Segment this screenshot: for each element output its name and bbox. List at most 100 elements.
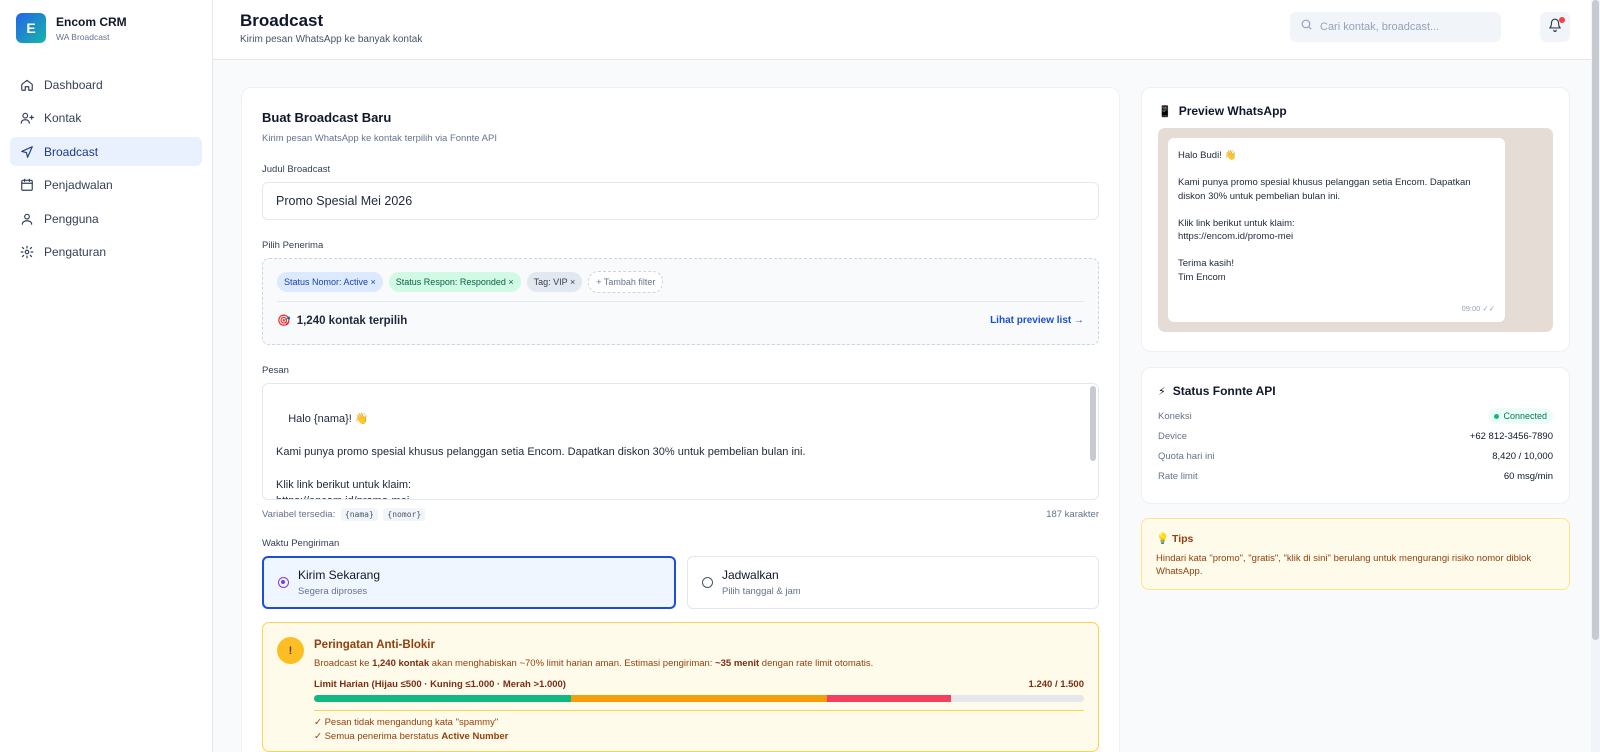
textarea-scrollbar[interactable] bbox=[1090, 386, 1096, 461]
target-icon: 🎯 bbox=[277, 315, 291, 327]
search-icon bbox=[1300, 18, 1313, 36]
sidebar-item-label: Pengaturan bbox=[44, 245, 107, 259]
status-title: Status Fonnte API bbox=[1172, 384, 1276, 398]
preview-list-link[interactable]: Lihat preview list → bbox=[990, 315, 1084, 326]
check-item: ✓ Semua penerima berstatus Active Number bbox=[314, 731, 509, 742]
message-label: Pesan bbox=[262, 365, 289, 376]
tips-title: 💡 Tips bbox=[1156, 533, 1194, 545]
brand-name: Encom CRM bbox=[56, 14, 127, 29]
notification-button[interactable] bbox=[1540, 12, 1570, 42]
search-box[interactable] bbox=[1290, 12, 1501, 42]
brand[interactable]: E Encom CRM WA Broadcast bbox=[0, 0, 212, 56]
sidebar-item-label: Kontak bbox=[44, 111, 82, 125]
sidebar-item-dashboard[interactable]: Dashboard bbox=[10, 70, 202, 99]
page-scrollbar[interactable] bbox=[1591, 0, 1600, 752]
sidebar-item-penjadwalan[interactable]: Penjadwalan bbox=[10, 171, 202, 200]
title-label: Judul Broadcast bbox=[262, 164, 331, 175]
status-row-quota: Quota hari ini 8,420 / 10,000 bbox=[1158, 450, 1553, 462]
divider bbox=[277, 301, 1084, 302]
send-icon bbox=[20, 145, 34, 159]
recipients-label: Pilih Penerima bbox=[262, 240, 324, 251]
calendar-icon bbox=[20, 178, 34, 192]
variables-label: Variabel tersedia: bbox=[262, 509, 336, 520]
lightning-icon: ⚡ bbox=[1158, 385, 1166, 398]
preview-title: Preview WhatsApp bbox=[1178, 104, 1287, 118]
limit-bar-segment bbox=[570, 695, 828, 702]
send-now-option[interactable]: Kirim Sekarang Segera diproses bbox=[262, 556, 676, 609]
variable-nama[interactable]: {nama} bbox=[340, 508, 378, 521]
status-row-connection: Koneksi Connected bbox=[1158, 406, 1553, 426]
check-item: ✓ Pesan tidak mengandung kata "spammy" bbox=[314, 717, 499, 728]
selected-count-text: 1,240 kontak terpilih bbox=[296, 314, 408, 327]
page-title: Broadcast bbox=[240, 11, 324, 30]
user-icon bbox=[20, 212, 34, 226]
limit-bar-segment bbox=[314, 695, 571, 702]
schedule-later-option[interactable]: Jadwalkan Pilih tanggal & jam bbox=[687, 556, 1099, 609]
scrollbar-thumb[interactable] bbox=[1592, 0, 1599, 640]
sidebar-item-kontak[interactable]: Kontak bbox=[10, 104, 202, 133]
users-icon bbox=[20, 111, 34, 125]
page-subtitle: Kirim pesan WhatsApp ke banyak kontak bbox=[240, 34, 423, 45]
status-row-rate-limit: Rate limit 60 msg/min bbox=[1158, 470, 1553, 482]
char-count: 187 karakter bbox=[1046, 509, 1099, 520]
option-title: Kirim Sekarang bbox=[298, 568, 381, 582]
sidebar-item-broadcast[interactable]: Broadcast bbox=[10, 137, 202, 166]
message-text: Halo {nama}! 👋 Kami punya promo spesial … bbox=[276, 412, 806, 500]
filter-chips: Status Nomor: Active × Status Respon: Re… bbox=[277, 271, 1084, 293]
radio-unselected[interactable] bbox=[702, 577, 713, 588]
option-subtitle: Segera diproses bbox=[298, 586, 368, 597]
home-icon bbox=[20, 78, 34, 92]
sidebar-item-pengaturan[interactable]: Pengaturan bbox=[10, 238, 202, 267]
filter-chip-tag[interactable]: Tag: VIP × bbox=[526, 272, 583, 292]
message-textarea[interactable]: Halo {nama}! 👋 Kami punya promo spesial … bbox=[262, 383, 1099, 500]
warning-text: Broadcast ke 1,240 kontak akan menghabis… bbox=[314, 658, 874, 669]
sidebar-item-label: Penjadwalan bbox=[44, 178, 113, 192]
schedule-options: Kirim Sekarang Segera diproses Jadwalkan… bbox=[262, 556, 1099, 609]
sidebar-item-pengguna[interactable]: Pengguna bbox=[10, 204, 202, 233]
selected-count: 🎯 1,240 kontak terpilih bbox=[277, 314, 408, 328]
sidebar: E Encom CRM WA Broadcast Dashboard Konta… bbox=[0, 0, 213, 752]
variable-nomor[interactable]: {nomor} bbox=[383, 508, 426, 521]
filter-chip-status-respon[interactable]: Status Respon: Responded × bbox=[388, 272, 521, 292]
schedule-label: Waktu Pengiriman bbox=[262, 538, 340, 549]
option-title: Jadwalkan bbox=[722, 568, 779, 582]
tips-box: 💡 Tips Hindari kata "promo", "gratis", "… bbox=[1141, 518, 1570, 590]
connected-badge: Connected bbox=[1488, 408, 1553, 424]
sidebar-item-label: Broadcast bbox=[44, 144, 99, 159]
phone-icon: 📱 bbox=[1158, 105, 1172, 118]
brand-subtitle: WA Broadcast bbox=[56, 31, 110, 42]
sidebar-item-label: Pengguna bbox=[44, 211, 99, 226]
lightbulb-icon: 💡 bbox=[1156, 533, 1170, 545]
tips-text: Hindari kata "promo", "gratis", "klik di… bbox=[1156, 553, 1532, 577]
notification-dot bbox=[1559, 17, 1565, 23]
add-filter-button[interactable]: + Tambah filter bbox=[588, 271, 664, 293]
limit-bar-segment bbox=[827, 695, 951, 702]
whatsapp-preview-card: 📱 Preview WhatsApp Halo Budi! 👋 Kami pun… bbox=[1141, 87, 1570, 352]
daily-limit-bar bbox=[314, 695, 1084, 702]
message-bubble: Halo Budi! 👋 Kami punya promo spesial kh… bbox=[1168, 138, 1505, 322]
sidebar-nav: Dashboard Kontak Broadcast Penjadwalan P… bbox=[0, 70, 212, 267]
broadcast-form-card: Buat Broadcast Baru Kirim pesan WhatsApp… bbox=[241, 87, 1120, 752]
brand-logo: E bbox=[16, 13, 46, 43]
variables-info: Variabel tersedia: {nama} {nomor} bbox=[262, 508, 426, 521]
recipients-box: Status Nomor: Active × Status Respon: Re… bbox=[262, 258, 1099, 345]
warning-icon: ! bbox=[277, 637, 304, 664]
warning-title: Peringatan Anti-Blokir bbox=[314, 639, 435, 651]
anti-block-warning: ! Peringatan Anti-Blokir Broadcast ke 1,… bbox=[262, 622, 1099, 752]
radio-selected[interactable] bbox=[278, 577, 289, 588]
topbar: Broadcast Kirim pesan WhatsApp ke banyak… bbox=[213, 0, 1600, 60]
broadcast-title-input[interactable] bbox=[262, 182, 1099, 220]
preview-message: Halo Budi! 👋 Kami punya promo spesial kh… bbox=[1178, 150, 1471, 283]
divider bbox=[314, 710, 1084, 711]
filter-chip-status-nomor[interactable]: Status Nomor: Active × bbox=[277, 272, 383, 292]
status-row-device: Device +62 812-3456-7890 bbox=[1158, 430, 1553, 442]
message-time: 09:00 ✓✓ bbox=[1461, 304, 1495, 313]
api-status-card: ⚡ Status Fonnte API Koneksi Connected De… bbox=[1141, 367, 1570, 504]
status-dot bbox=[1494, 413, 1500, 419]
form-subtitle: Kirim pesan WhatsApp ke kontak terpilih … bbox=[262, 133, 497, 144]
gear-icon bbox=[20, 245, 34, 259]
option-subtitle: Pilih tanggal & jam bbox=[722, 586, 801, 597]
form-title: Buat Broadcast Baru bbox=[262, 110, 392, 125]
search-input[interactable] bbox=[1320, 21, 1490, 33]
limit-label: Limit Harian (Hijau ≤500 · Kuning ≤1.000… bbox=[314, 679, 566, 690]
